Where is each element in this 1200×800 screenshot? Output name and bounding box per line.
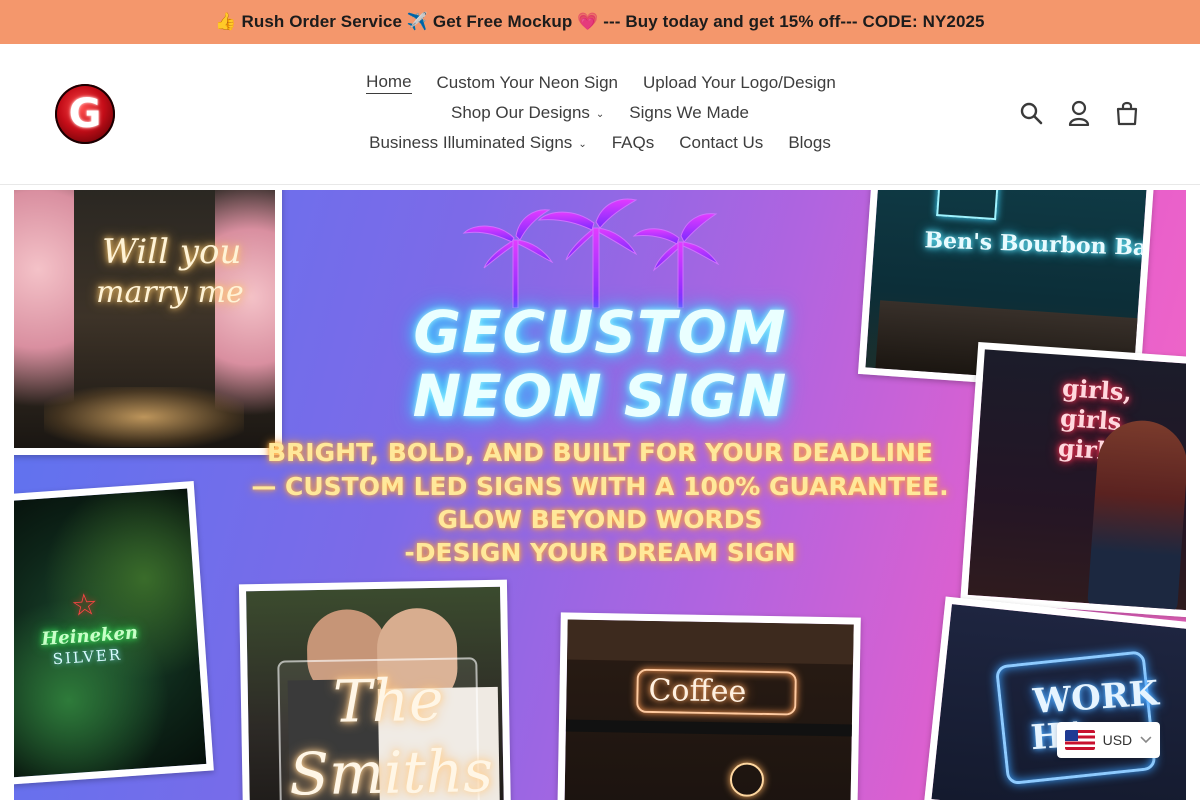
hero-banner[interactable]: Will you marry me Ben's Bourbon Bar girl… — [14, 190, 1186, 800]
neon-text: The — [332, 665, 444, 736]
hero-tagline: GLOW BEYOND WORDS — [437, 505, 763, 534]
header-icons — [1018, 98, 1140, 128]
account-icon[interactable] — [1066, 98, 1092, 128]
nav-item-upload-logo[interactable]: Upload Your Logo/Design — [643, 73, 836, 93]
chevron-down-icon: ⌄ — [595, 108, 605, 120]
nav-item-contact[interactable]: Contact Us — [679, 133, 763, 153]
hero-title-line2: NEON SIGN — [412, 362, 788, 430]
photo-coffee: Coffee — [557, 612, 861, 800]
nav-item-label: Upload Your Logo/Design — [642, 73, 836, 92]
us-flag-icon — [1065, 730, 1095, 750]
announcement-text: 👍 Rush Order Service ✈️ Get Free Mockup … — [215, 12, 985, 31]
nav-item-label: FAQs — [611, 133, 655, 152]
nav-item-shop-designs[interactable]: Shop Our Designs ⌄ — [451, 103, 604, 123]
search-icon[interactable] — [1018, 98, 1044, 128]
nav-item-business-signs[interactable]: Business Illuminated Signs ⌄ — [369, 133, 587, 153]
neon-text: Smiths — [288, 736, 494, 800]
hero-title-line1: GECUSTOM — [413, 298, 787, 366]
nav-item-label: Custom Your Neon Sign — [436, 73, 618, 92]
chevron-down-icon: ⌄ — [578, 138, 587, 150]
hero-tagline: — CUSTOM LED SIGNS WITH A 100% GUARANTEE… — [251, 472, 949, 501]
nav-item-home[interactable]: Home — [366, 72, 412, 94]
photo-work: WORK HA — [923, 596, 1186, 800]
star-icon: ☆ — [69, 588, 100, 623]
palm-trees-icon — [462, 198, 720, 308]
nav-item-label: Business Illuminated Signs — [369, 133, 573, 152]
nav-item-blogs[interactable]: Blogs — [788, 133, 831, 153]
nav-item-label: Signs We Made — [629, 103, 749, 122]
announcement-bar: 👍 Rush Order Service ✈️ Get Free Mockup … — [0, 0, 1200, 44]
nav-item-signs-we-made[interactable]: Signs We Made — [629, 103, 749, 123]
nav-item-label: Contact Us — [679, 133, 764, 152]
nav-row: Home Custom Your Neon Sign Upload Your L… — [0, 68, 1200, 98]
nav-row: Business Illuminated Signs ⌄ FAQs Contact… — [0, 128, 1200, 158]
photo-wedding: The Smiths — [238, 579, 512, 800]
site-header: G Home Custom Your Neon Sign Upload Your… — [0, 44, 1200, 185]
neon-text: Will you — [102, 232, 242, 272]
cart-icon[interactable] — [1114, 98, 1140, 128]
chevron-down-icon — [1140, 736, 1152, 744]
nav-item-label: Blogs — [788, 133, 831, 152]
nav-item-label: Shop Our Designs — [451, 103, 590, 122]
hero-tagline: -DESIGN YOUR DREAM SIGN — [404, 538, 796, 567]
hero-tagline: BRIGHT, BOLD, AND BUILT FOR YOUR DEADLIN… — [266, 438, 934, 467]
nav-item-label: Home — [366, 72, 412, 94]
neon-text: Coffee — [648, 672, 747, 710]
currency-selector[interactable]: USD — [1057, 722, 1160, 758]
neon-text: Ben's Bourbon Bar — [924, 227, 1155, 262]
currency-code: USD — [1102, 732, 1133, 748]
nav-item-custom-neon-sign[interactable]: Custom Your Neon Sign — [437, 73, 618, 93]
nav-item-faqs[interactable]: FAQs — [612, 133, 655, 153]
